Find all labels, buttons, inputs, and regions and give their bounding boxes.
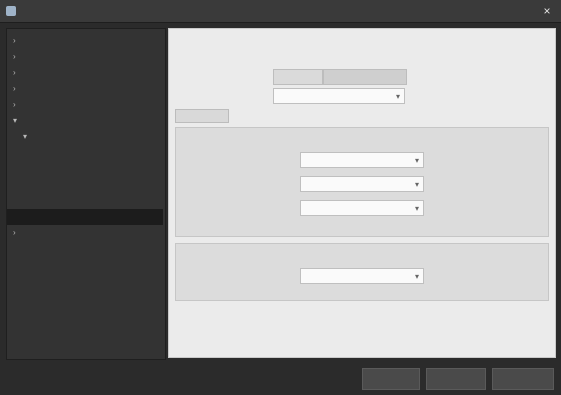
tree-item-selected[interactable] xyxy=(7,209,163,225)
tab[interactable] xyxy=(229,109,293,123)
dropdown[interactable]: ▾ xyxy=(273,88,405,104)
tree-item[interactable]: › xyxy=(13,97,21,113)
tree-item[interactable]: › xyxy=(13,81,21,97)
chevron-down-icon: ▾ xyxy=(395,92,400,101)
chevron-down-icon: ▾ xyxy=(414,156,419,165)
tab[interactable] xyxy=(175,109,229,123)
tree-item[interactable]: ▾ xyxy=(13,113,21,129)
cancel-button[interactable] xyxy=(426,368,486,390)
segment-button[interactable] xyxy=(323,69,407,85)
tree-item[interactable]: › xyxy=(13,225,21,241)
chevron-right-icon: › xyxy=(13,36,16,45)
settings-tree: › › › › › ▾ ▾ › xyxy=(6,28,166,360)
settings-group: ▾ xyxy=(175,243,549,301)
chevron-right-icon: › xyxy=(13,100,16,109)
tree-item[interactable]: › xyxy=(13,33,21,49)
dropdown[interactable]: ▾ xyxy=(300,152,424,168)
chevron-right-icon: › xyxy=(13,84,16,93)
tree-item[interactable]: › xyxy=(13,49,21,65)
app-icon xyxy=(6,6,16,16)
apply-button[interactable] xyxy=(492,368,554,390)
settings-panel: ▾ ▾ ▾ ▾ ▾ xyxy=(168,28,556,358)
title-bar: × xyxy=(0,0,561,23)
close-icon[interactable]: × xyxy=(540,4,554,18)
chevron-right-icon: › xyxy=(13,68,16,77)
chevron-right-icon: › xyxy=(13,52,16,61)
segment-button[interactable] xyxy=(273,69,323,85)
dropdown[interactable]: ▾ xyxy=(300,200,424,216)
chevron-down-icon: ▾ xyxy=(414,180,419,189)
dropdown[interactable]: ▾ xyxy=(300,176,424,192)
chevron-down-icon: ▾ xyxy=(414,204,419,213)
dropdown[interactable]: ▾ xyxy=(300,268,424,284)
ok-button[interactable] xyxy=(362,368,420,390)
chevron-right-icon: › xyxy=(13,228,16,237)
chevron-down-icon: ▾ xyxy=(13,116,18,125)
chevron-down-icon: ▾ xyxy=(23,132,28,141)
settings-group: ▾ ▾ ▾ xyxy=(175,127,549,237)
chevron-down-icon: ▾ xyxy=(414,272,419,281)
tree-item[interactable]: › xyxy=(13,65,21,81)
tree-item[interactable]: ▾ xyxy=(23,129,31,145)
